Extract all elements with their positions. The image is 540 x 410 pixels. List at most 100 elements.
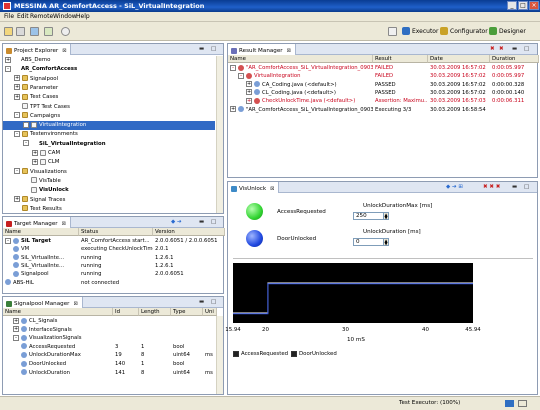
signal-row[interactable]: + InterfaceSignals <box>3 326 113 334</box>
expand-icon[interactable]: + <box>246 89 252 96</box>
target-row[interactable]: Signalpool <box>3 270 79 278</box>
view-minimize-icon[interactable]: ▬ <box>199 299 204 305</box>
open-perspective-icon[interactable] <box>388 27 397 36</box>
spinner-arrows-icon[interactable]: ▲ ▼ <box>383 239 388 246</box>
open-icon[interactable] <box>16 27 25 36</box>
view-maximize-icon[interactable]: □ <box>211 219 216 225</box>
expand-icon[interactable]: - <box>23 140 29 147</box>
save-icon[interactable] <box>30 27 39 36</box>
menu-help[interactable]: Help <box>76 13 90 20</box>
tree-item[interactable]: - SiL_VirtualIntegration <box>3 140 215 149</box>
menu-window[interactable]: Window <box>53 13 77 20</box>
unlock-duration-field[interactable]: 0 ▲ ▼ <box>353 238 389 246</box>
expand-icon[interactable]: + <box>14 84 20 91</box>
tab-project-explorer[interactable]: Project Explorer ⊠ <box>3 44 72 55</box>
delete-result-icon[interactable]: ✖ <box>490 46 495 52</box>
result-row[interactable]: + CL_Coding.java (<default>) <box>228 89 373 97</box>
tab-result-manager[interactable]: Result Manager ⊠ <box>228 44 296 55</box>
expand-icon[interactable]: + <box>32 149 38 156</box>
result-row[interactable]: - "AR_ComfortAccess_SiL_VirtualIntegratio… <box>228 64 373 72</box>
column-header[interactable]: Uni <box>203 308 217 316</box>
result-row[interactable]: - VirtualIntegration <box>228 72 373 80</box>
column-header[interactable]: Name <box>228 55 373 63</box>
target-row[interactable]: SiL_VirtualInte... <box>3 254 79 262</box>
expand-icon[interactable]: + <box>230 106 236 112</box>
tree-item[interactable]: + Parameter <box>3 84 215 93</box>
tree-item[interactable]: - Testenvironments <box>3 130 215 139</box>
view-maximize-icon[interactable]: □ <box>211 299 216 305</box>
column-header[interactable]: Length <box>139 308 171 316</box>
refresh-icon[interactable] <box>44 27 53 36</box>
expand-icon[interactable]: + <box>13 317 19 324</box>
column-header[interactable]: Date <box>428 55 490 63</box>
signal-row[interactable]: UnlockDurationMax <box>3 351 113 359</box>
new-icon[interactable] <box>4 27 13 36</box>
menu-remote[interactable]: Remote <box>30 13 53 20</box>
perspective-executor[interactable]: Executor <box>402 27 438 35</box>
column-header[interactable]: Name <box>3 228 79 236</box>
expand-icon[interactable]: - <box>5 65 11 72</box>
expand-icon[interactable]: + <box>246 81 252 88</box>
unlock-duration-max-field[interactable]: 250 ▲ ▼ <box>353 212 389 220</box>
tree-item[interactable]: VisUnlock <box>3 186 215 195</box>
expand-icon[interactable]: - <box>5 237 11 244</box>
tab-target-manager[interactable]: Target Manager ⊠ <box>3 217 71 228</box>
tree-item[interactable]: VisTable <box>3 177 215 186</box>
close-tab-icon[interactable]: ⊠ <box>287 48 291 54</box>
scrollbar[interactable] <box>216 56 223 213</box>
expand-icon[interactable]: + <box>23 121 29 128</box>
expand-icon[interactable]: - <box>238 72 244 79</box>
maximize-button[interactable]: □ <box>518 1 528 10</box>
perspective-designer[interactable]: Designer <box>489 27 526 35</box>
expand-icon[interactable]: + <box>32 158 38 165</box>
column-header[interactable]: Name <box>3 308 113 316</box>
expand-icon[interactable]: - <box>230 64 236 71</box>
column-header[interactable]: Status <box>79 228 153 236</box>
column-header[interactable]: Duration <box>490 55 539 63</box>
tree-item[interactable]: + ABS_Demo <box>3 56 215 65</box>
close-button[interactable]: × <box>529 1 539 10</box>
minimize-button[interactable]: _ <box>507 1 517 10</box>
tree-item[interactable]: TPT Test Cases <box>3 103 215 112</box>
perspective-configurator[interactable]: Configurator <box>440 27 488 35</box>
expand-icon[interactable]: + <box>14 75 20 82</box>
menu-file[interactable]: File <box>4 13 14 20</box>
tree-item[interactable]: + CAM <box>3 149 215 158</box>
expand-icon[interactable]: - <box>14 130 20 137</box>
close-tab-icon[interactable]: ⊠ <box>73 301 77 307</box>
expand-icon[interactable]: + <box>14 93 20 100</box>
expand-icon[interactable]: - <box>13 334 19 341</box>
view-minimize-icon[interactable]: ▬ <box>199 46 204 52</box>
tree-item[interactable]: + Signalpool <box>3 75 215 84</box>
view-maximize-icon[interactable]: □ <box>524 46 529 52</box>
tree-item[interactable]: + Test Cases <box>3 93 215 102</box>
target-row[interactable]: - SiL Target <box>3 237 79 245</box>
console-icon[interactable] <box>518 400 527 407</box>
tree-item[interactable]: - Campaigns <box>3 112 215 121</box>
tree-item[interactable]: + Signal Traces <box>3 196 215 205</box>
result-row[interactable]: + "AR_ComfortAccess_SiL_VirtualIntegratio… <box>228 106 373 114</box>
help-icon[interactable] <box>61 27 70 36</box>
close-tab-icon[interactable]: ⊠ <box>62 48 66 54</box>
view-minimize-icon[interactable]: ▬ <box>512 46 517 52</box>
tab-visunlock[interactable]: VisUnlock ⊠ <box>228 182 280 193</box>
tree-item[interactable]: Test Results <box>3 205 215 213</box>
navigation-icon[interactable]: ◆ ➔ ⊞ <box>446 184 463 190</box>
view-maximize-icon[interactable]: □ <box>524 184 529 190</box>
expand-icon[interactable]: - <box>14 168 20 175</box>
target-row[interactable]: VM <box>3 245 79 253</box>
signal-row[interactable]: + CL_Signals <box>3 317 113 325</box>
connect-icon[interactable]: ◆ ➔ <box>171 219 182 225</box>
column-header[interactable]: Result <box>373 55 428 63</box>
view-minimize-icon[interactable]: ▬ <box>199 219 204 225</box>
menu-edit[interactable]: Edit <box>17 13 29 20</box>
target-row[interactable]: ABS-HiL <box>3 279 79 287</box>
target-row[interactable]: SiL_VirtualInte... <box>3 262 79 270</box>
view-minimize-icon[interactable]: ▬ <box>512 184 517 190</box>
close-tab-icon[interactable]: ⊠ <box>270 186 274 192</box>
tree-item[interactable]: + CLM <box>3 158 215 167</box>
spinner-arrows-icon[interactable]: ▲ ▼ <box>383 213 388 220</box>
tab-signalpool-manager[interactable]: Signalpool Manager ⊠ <box>3 297 83 308</box>
delete-all-icon[interactable]: ✖ <box>499 46 504 52</box>
tree-item[interactable]: - Visualizations <box>3 168 215 177</box>
